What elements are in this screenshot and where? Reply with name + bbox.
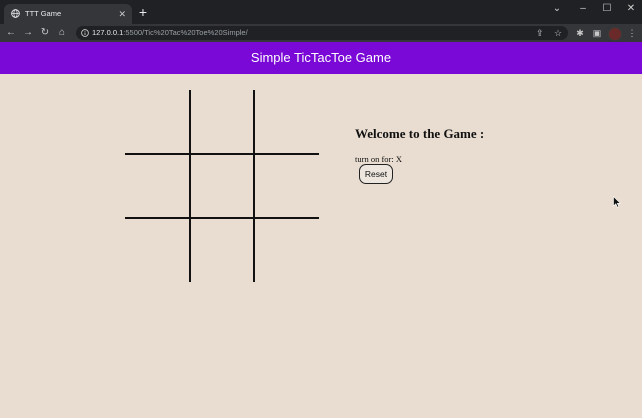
tictactoe-board [125,90,319,282]
maximize-button[interactable]: ☐ [596,2,618,16]
browser-chrome: TTT Game ✕ + ⌄ – ☐ ✕ ← → ↻ ⌂ 127.0.0.1:5… [0,0,642,42]
grid-line-vertical-2 [253,90,255,282]
forward-icon[interactable]: → [21,26,35,40]
tab-strip: TTT Game ✕ + ⌄ – ☐ ✕ [0,0,642,24]
url-host: 127.0.0.1 [92,28,124,37]
page-header: Simple TicTacToe Game [0,42,642,74]
profile-avatar[interactable] [608,27,622,41]
tab-title: TTT Game [25,9,62,18]
sidepanel-icon[interactable]: ▣ [590,26,604,40]
close-icon[interactable]: ✕ [118,4,126,24]
grid-line-horizontal-1 [125,153,319,155]
url-text: 127.0.0.1:5500/Tic%20Tac%20Toe%20Simple/ [92,26,248,40]
grid-line-horizontal-2 [125,217,319,219]
extensions-icon[interactable]: ✱ [573,26,587,40]
game-panel: Welcome to the Game : turn on for: X Res… [355,126,555,184]
globe-icon [11,9,20,18]
home-icon[interactable]: ⌂ [55,26,69,40]
url-path: :5500/Tic%20Tac%20Toe%20Simple/ [123,28,248,37]
welcome-heading: Welcome to the Game : [355,126,485,141]
star-icon[interactable]: ☆ [554,26,562,40]
reset-button[interactable]: Reset [359,164,393,184]
grid-line-vertical-1 [189,90,191,282]
back-icon[interactable]: ← [4,26,18,40]
info-icon[interactable] [81,29,89,37]
share-icon[interactable]: ⇪ [536,26,544,40]
address-bar[interactable]: 127.0.0.1:5500/Tic%20Tac%20Toe%20Simple/… [76,26,568,40]
window-close-button[interactable]: ✕ [620,2,642,16]
mouse-cursor-icon [613,196,621,208]
new-tab-button[interactable]: + [136,5,150,19]
minimize-button[interactable]: – [572,2,594,16]
tab-search-icon[interactable]: ⌄ [546,2,568,16]
menu-icon[interactable]: ⋮ [625,26,639,40]
reload-icon[interactable]: ↻ [38,26,52,40]
browser-toolbar: ← → ↻ ⌂ 127.0.0.1:5500/Tic%20Tac%20Toe%2… [0,24,642,42]
turn-indicator: turn on for: X [355,154,402,164]
browser-tab[interactable]: TTT Game ✕ [4,4,132,24]
